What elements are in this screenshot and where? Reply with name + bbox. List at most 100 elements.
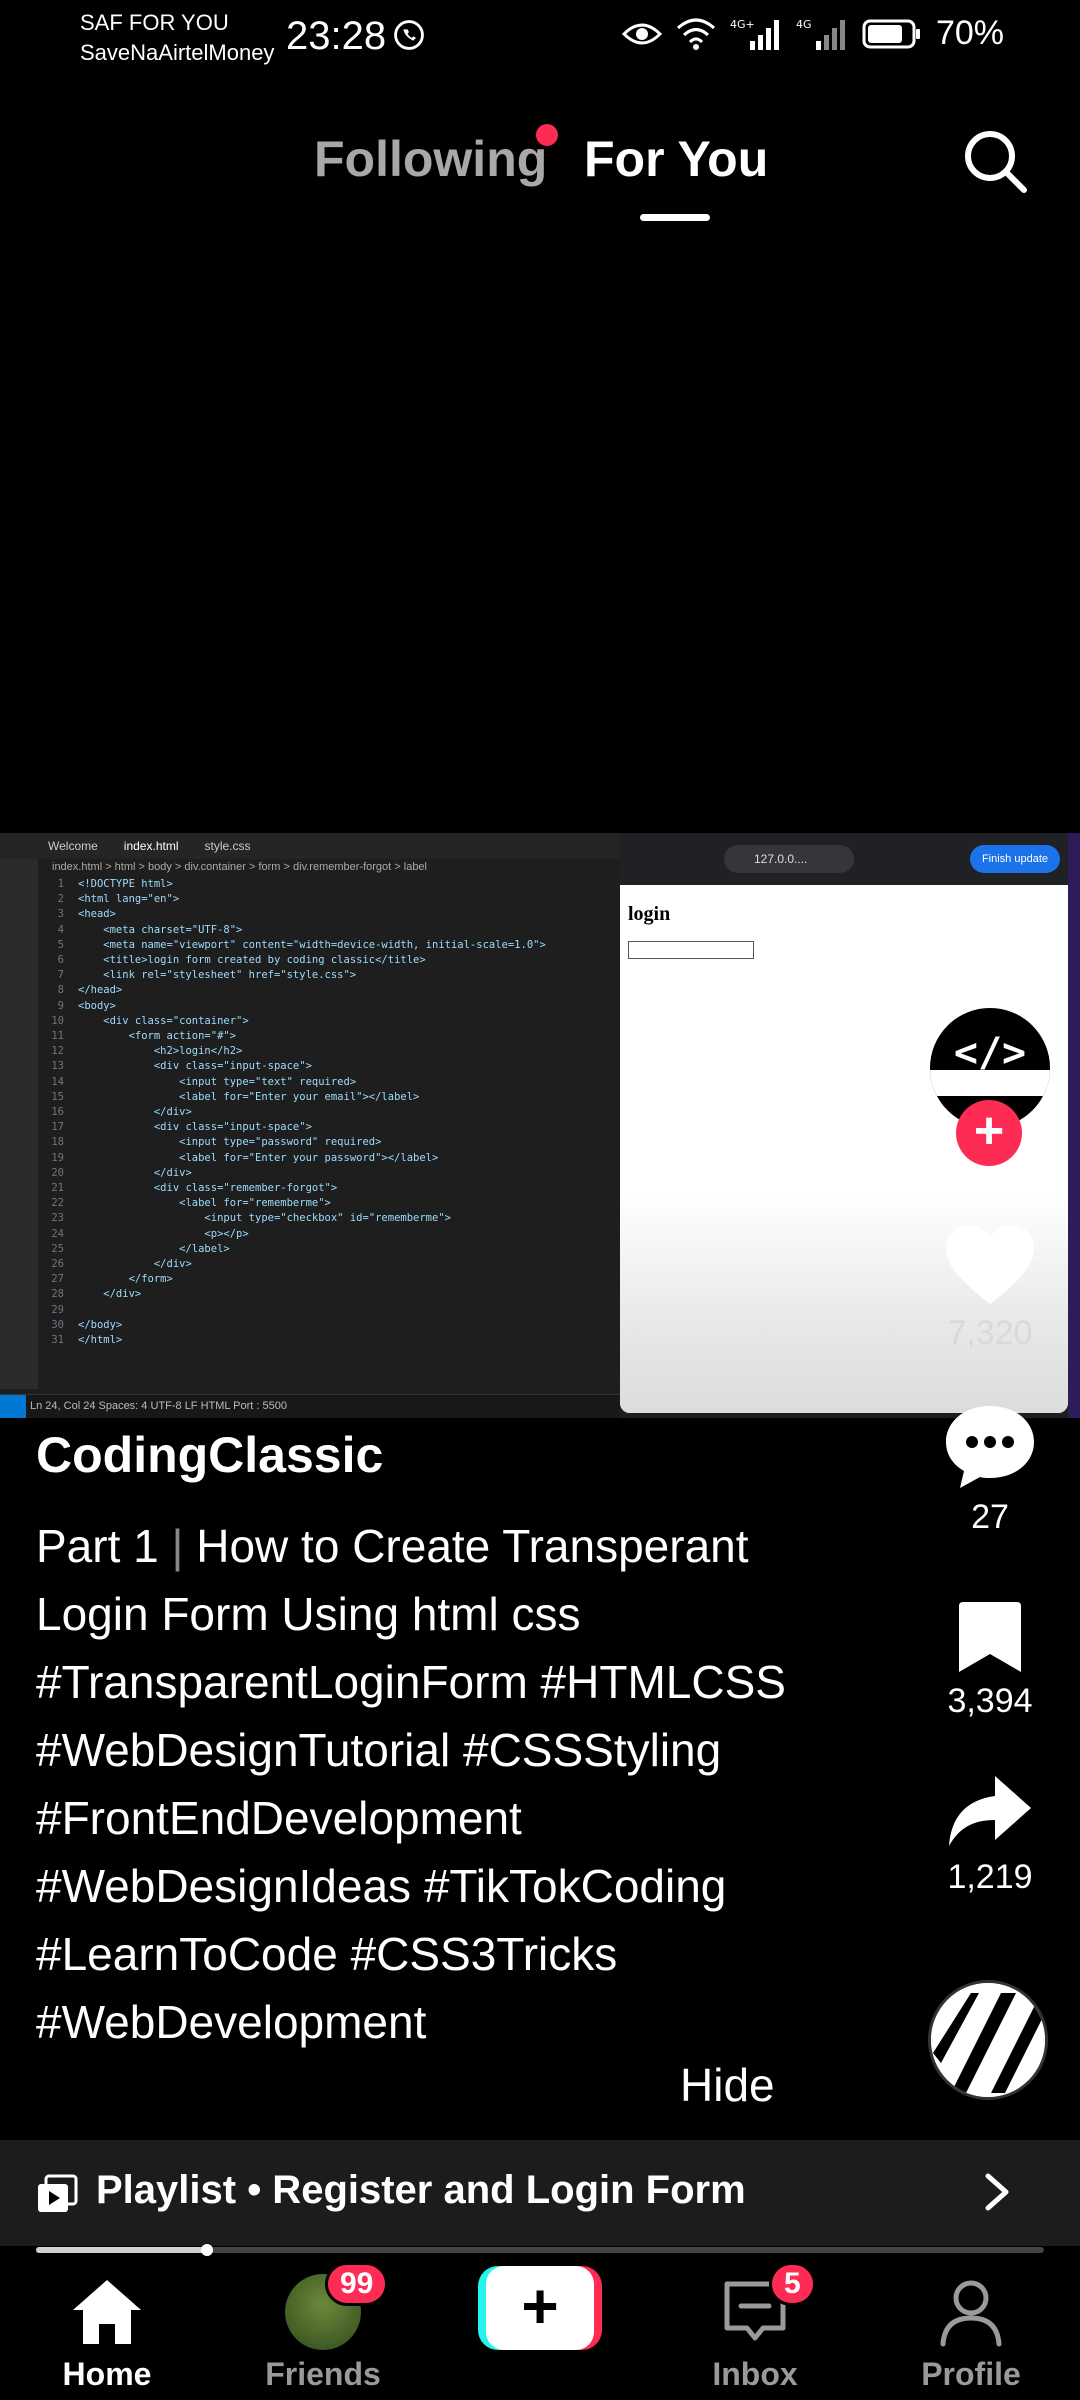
nav-home-label: Home bbox=[62, 2356, 152, 2392]
bookmark-icon bbox=[959, 1602, 1021, 1672]
progress-fill bbox=[36, 2247, 208, 2253]
line-number: 21 bbox=[51, 1182, 64, 1195]
sound-disc[interactable] bbox=[928, 1980, 1048, 2100]
search-icon[interactable] bbox=[960, 126, 1030, 196]
code-text: <label for="Enter your password"></label… bbox=[78, 1151, 439, 1164]
progress-handle[interactable] bbox=[201, 2244, 214, 2256]
code-line: 19 <label for="Enter your password"></la… bbox=[44, 1151, 604, 1166]
line-number: 8 bbox=[57, 984, 64, 997]
wifi-icon bbox=[676, 18, 715, 50]
nav-friends[interactable]: 99 Friends bbox=[233, 2262, 413, 2393]
editor-tab: style.css bbox=[204, 839, 251, 853]
playlist-icon bbox=[38, 2174, 78, 2212]
code-line: 23 <input type="checkbox" id="rememberme… bbox=[44, 1211, 604, 1226]
share-button[interactable]: 1,219 bbox=[910, 1772, 1070, 1897]
browser-update-button: Finish update bbox=[969, 845, 1060, 873]
nav-home[interactable]: Home bbox=[17, 2274, 197, 2393]
nav-inbox[interactable]: 5 Inbox bbox=[665, 2262, 845, 2393]
editor-activity-bar bbox=[0, 859, 38, 1389]
creator-name[interactable]: CodingClassic bbox=[36, 1426, 383, 1484]
editor-tabs: Welcome index.html style.css bbox=[0, 833, 620, 859]
code-text: <div class="input-space"> bbox=[78, 1121, 312, 1134]
editor-tab: index.html bbox=[123, 839, 179, 853]
code-listing: 1 <!DOCTYPE html> 2 <html lang="en"> 3 <head>… bbox=[44, 877, 604, 1348]
video-progress-bar[interactable] bbox=[36, 2244, 1044, 2256]
chevron-right-icon bbox=[985, 2173, 1009, 2211]
new-content-dot bbox=[536, 124, 558, 146]
code-icon: </> bbox=[953, 1030, 1027, 1076]
code-text: </div> bbox=[78, 1106, 192, 1119]
preview-heading: login bbox=[628, 903, 671, 925]
whatsapp-icon bbox=[394, 20, 424, 50]
editor-breadcrumb: index.html > html > body > div.container… bbox=[52, 861, 427, 873]
code-text: <label for="Enter your email"></label> bbox=[78, 1090, 420, 1103]
hide-caption-button[interactable]: Hide bbox=[680, 2058, 775, 2112]
line-number: 29 bbox=[51, 1303, 64, 1316]
status-icons: 4G+ 4G 70% bbox=[621, 14, 1004, 53]
code-text: </head> bbox=[78, 984, 123, 997]
line-number: 2 bbox=[57, 893, 64, 906]
carrier-info: SAF FOR YOU SaveNaAirtelMoney bbox=[80, 8, 274, 68]
sound-icon bbox=[931, 1983, 1045, 2097]
code-line: 28 </div> bbox=[44, 1287, 604, 1302]
code-text: </html> bbox=[78, 1334, 123, 1347]
code-line: 2 <html lang="en"> bbox=[44, 892, 604, 907]
hashtags[interactable]: #TransparentLoginForm #HTMLCSS #WebDesig… bbox=[36, 1656, 786, 2048]
create-button[interactable]: + bbox=[478, 2266, 602, 2350]
favorite-button[interactable]: 3,394 bbox=[910, 1598, 1070, 1721]
code-editor-frame: Welcome index.html style.css index.html … bbox=[0, 833, 620, 1418]
code-text: </div> bbox=[78, 1258, 192, 1271]
code-text: <label for="rememberme"> bbox=[78, 1197, 331, 1210]
code-line: 20 </div> bbox=[44, 1166, 604, 1181]
code-line: 6 <title>login form created by coding cl… bbox=[44, 953, 604, 968]
code-line: 5 <meta name="viewport" content="width=d… bbox=[44, 938, 604, 953]
line-number: 23 bbox=[51, 1212, 64, 1225]
code-line: 30 </body> bbox=[44, 1318, 604, 1333]
code-text: </div> bbox=[78, 1288, 142, 1301]
line-number: 3 bbox=[57, 908, 64, 921]
nav-profile[interactable]: Profile bbox=[881, 2274, 1061, 2393]
code-text: <input type="checkbox" id="rememberme"> bbox=[78, 1212, 451, 1225]
line-number: 10 bbox=[51, 1014, 64, 1027]
code-line: 10 <div class="container"> bbox=[44, 1014, 604, 1029]
line-number: 26 bbox=[51, 1258, 64, 1271]
like-button[interactable]: 7,320 bbox=[910, 1222, 1070, 1353]
line-number: 17 bbox=[51, 1121, 64, 1134]
follow-button[interactable]: + bbox=[956, 1100, 1022, 1166]
line-number: 13 bbox=[51, 1060, 64, 1073]
code-line: 7 <link rel="stylesheet" href="style.css… bbox=[44, 968, 604, 983]
playlist-label: Playlist • Register and Login Form bbox=[96, 2168, 746, 2212]
line-number: 12 bbox=[51, 1045, 64, 1058]
tab-for-you[interactable]: For You bbox=[584, 130, 768, 188]
code-line: 8 </head> bbox=[44, 983, 604, 998]
preview-input bbox=[628, 941, 754, 959]
signal-4g-icon: 4G bbox=[796, 18, 845, 50]
code-line: 27 </form> bbox=[44, 1272, 604, 1287]
code-line: 24 <p></p> bbox=[44, 1227, 604, 1242]
editor-tab: Welcome bbox=[48, 839, 98, 853]
line-number: 22 bbox=[51, 1197, 64, 1210]
comment-button[interactable]: 27 bbox=[910, 1402, 1070, 1537]
part-label: Part 1 bbox=[36, 1520, 159, 1572]
video-description[interactable]: Part 1 | How to Create Transperant Login… bbox=[36, 1512, 816, 2056]
code-line: 16 </div> bbox=[44, 1105, 604, 1120]
code-text: <input type="text" required> bbox=[78, 1075, 357, 1088]
code-text: <head> bbox=[78, 908, 116, 921]
carrier-line-2: SaveNaAirtelMoney bbox=[80, 40, 275, 65]
status-bar: SAF FOR YOU SaveNaAirtelMoney 23:28 4G+ … bbox=[0, 0, 1080, 80]
active-tab-indicator bbox=[640, 214, 710, 221]
line-number: 19 bbox=[51, 1151, 64, 1164]
svg-text:4G: 4G bbox=[796, 18, 812, 31]
tab-following[interactable]: Following bbox=[314, 130, 547, 188]
profile-icon bbox=[940, 2280, 1002, 2347]
inbox-badge: 5 bbox=[769, 2262, 816, 2306]
code-line: 4 <meta charset="UTF-8"> bbox=[44, 923, 604, 938]
playlist-bar[interactable]: Playlist • Register and Login Form bbox=[0, 2140, 1080, 2246]
bottom-navigation: Home 99 Friends + 5 Inbox Profile bbox=[0, 2256, 1080, 2400]
carrier-line-1: SAF FOR YOU bbox=[80, 10, 229, 35]
code-line: 3 <head> bbox=[44, 907, 604, 922]
line-number: 7 bbox=[57, 969, 64, 982]
battery-icon bbox=[862, 19, 920, 48]
code-line: 1 <!DOCTYPE html> bbox=[44, 877, 604, 892]
line-number: 9 bbox=[57, 999, 64, 1012]
